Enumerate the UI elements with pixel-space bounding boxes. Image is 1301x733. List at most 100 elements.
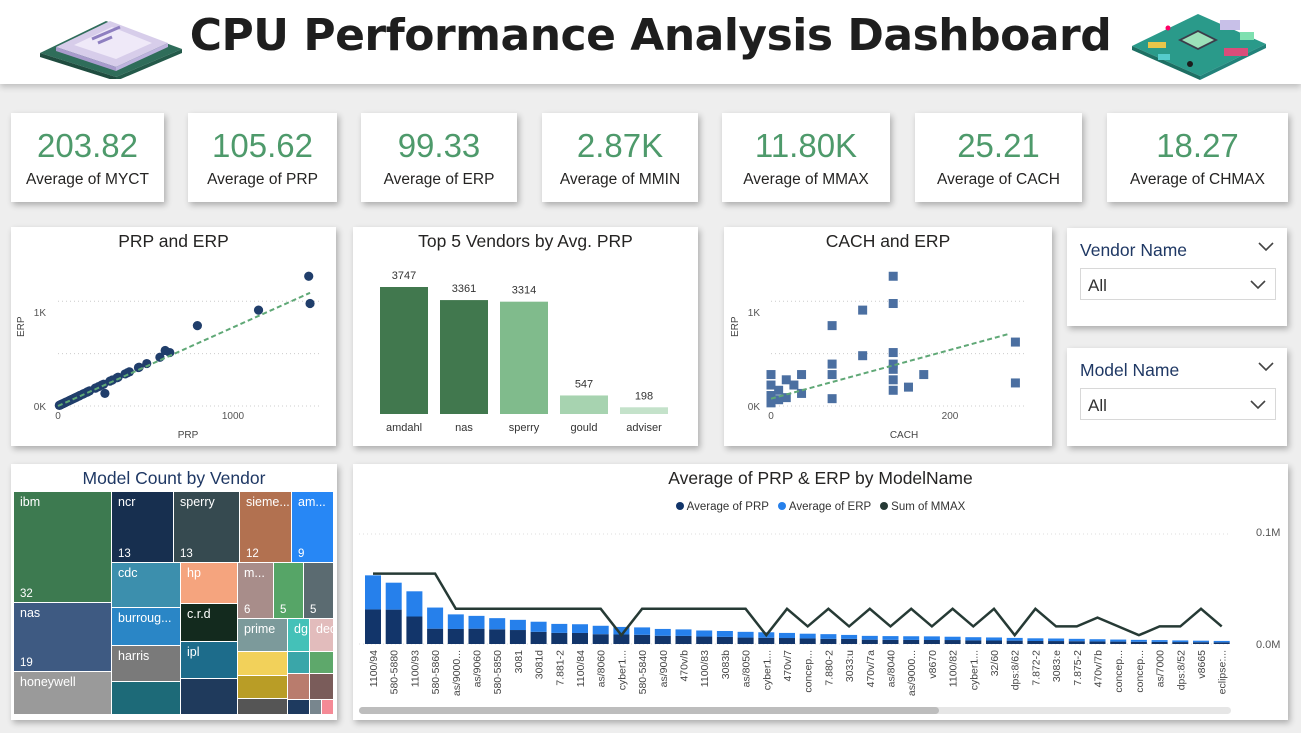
tile-count: 19 — [20, 657, 33, 669]
bar-erp — [716, 630, 733, 637]
bar — [380, 287, 428, 414]
treemap-tile[interactable]: am... 9 — [292, 492, 334, 563]
bar-prp — [530, 631, 547, 644]
treemap-tile[interactable]: 5 — [304, 563, 334, 619]
horizontal-scrollbar[interactable] — [359, 707, 1231, 714]
category-label: cyber1... — [761, 650, 773, 690]
category-label: eclipse:... — [1217, 650, 1229, 694]
data-point — [903, 382, 913, 392]
prp-erp-scatter-chart[interactable]: ERP PRP 0K 1K 0 1000 — [11, 227, 336, 446]
bar-erp — [1048, 638, 1065, 642]
treemap-tile[interactable]: prime — [238, 619, 288, 652]
slicer-title: Model Name — [1080, 360, 1180, 380]
tile-label: prime — [244, 622, 276, 636]
treemap-tile[interactable] — [310, 700, 322, 715]
category-label: 32/60 — [989, 650, 1001, 676]
y-tick-label: 1K — [34, 308, 47, 319]
treemap-tile[interactable]: dec — [310, 619, 334, 652]
kpi-card-erp: 99.33 Average of ERP — [361, 113, 517, 202]
treemap-tile[interactable]: burroug... — [112, 608, 181, 646]
category-label: 580-5850 — [492, 650, 504, 695]
data-point — [888, 299, 898, 309]
treemap-tile[interactable]: dg — [288, 619, 310, 652]
treemap-tile[interactable] — [288, 652, 310, 674]
treemap-tile[interactable] — [112, 682, 181, 715]
scrollbar-thumb[interactable] — [359, 707, 939, 714]
bar-prp — [654, 635, 671, 644]
treemap-tile[interactable] — [310, 652, 334, 674]
treemap-tile[interactable] — [288, 674, 310, 700]
y-tick-label: 0K — [34, 402, 47, 413]
treemap[interactable]: ibm 32 nas 19 honeywell ncr 13 sperry 13 sieme...… — [14, 492, 334, 715]
bar-erp — [737, 631, 754, 638]
bar-erp — [1089, 639, 1106, 642]
treemap-tile[interactable]: ibm 32 — [14, 492, 112, 603]
treemap-tile[interactable]: hp — [181, 563, 238, 604]
treemap-tile[interactable] — [238, 699, 288, 715]
category-label: v8670 — [927, 650, 939, 679]
treemap-tile[interactable]: cdc — [112, 563, 181, 608]
category-label: dps:8/52 — [1175, 650, 1187, 690]
bar-prp — [882, 639, 899, 644]
tile-label: hp — [187, 566, 201, 580]
y-tick-label: 0.0M — [1256, 639, 1280, 651]
treemap-tile[interactable] — [288, 700, 310, 715]
category-label: cyber1... — [968, 650, 980, 690]
bar-prp — [944, 640, 961, 644]
bar-erp — [861, 635, 878, 640]
x-tick-label: 200 — [942, 411, 959, 422]
kpi-label: Average of ERP — [383, 171, 495, 188]
data-point — [827, 321, 837, 331]
treemap-tile[interactable]: m... 6 — [238, 563, 274, 619]
tile-label: cdc — [118, 566, 138, 580]
treemap-tile[interactable]: 5 — [274, 563, 304, 619]
treemap-tile[interactable] — [310, 674, 334, 700]
bar-prp — [634, 634, 651, 644]
bar-erp — [406, 591, 423, 617]
data-point — [155, 352, 165, 362]
category-label: 3081 — [513, 650, 525, 674]
treemap-tile[interactable]: harris — [112, 646, 181, 682]
treemap-tile[interactable]: nas 19 — [14, 603, 112, 672]
treemap-tile[interactable]: honeywell — [14, 672, 112, 715]
tile-label: c.r.d — [187, 607, 211, 621]
bar-erp — [1172, 640, 1189, 643]
model-name-dropdown[interactable]: All — [1080, 388, 1276, 420]
category-label: concep... — [803, 650, 815, 693]
vendor-name-slicer: Vendor Name All — [1067, 228, 1287, 326]
chevron-down-icon[interactable] — [1257, 360, 1275, 372]
data-point — [827, 370, 837, 380]
treemap-tile[interactable]: sperry 13 — [174, 492, 240, 563]
kpi-value: 25.21 — [957, 127, 1040, 164]
chevron-down-icon[interactable] — [1257, 240, 1275, 252]
bar-prp — [1151, 641, 1168, 644]
tile-count: 32 — [20, 588, 33, 600]
treemap-tile[interactable] — [238, 676, 288, 699]
bar-erp — [882, 636, 899, 640]
data-label: 547 — [575, 378, 593, 390]
treemap-tile[interactable] — [322, 700, 334, 715]
kpi-value: 203.82 — [37, 127, 138, 164]
model-name-slicer: Model Name All — [1067, 348, 1287, 446]
bar-erp — [1006, 637, 1023, 641]
vendor-name-dropdown[interactable]: All — [1080, 268, 1276, 300]
bar-erp — [923, 636, 940, 641]
tile-label: am... — [298, 495, 326, 509]
kpi-card-chmax: 18.27 Average of CHMAX — [1107, 113, 1288, 202]
data-point — [888, 348, 898, 358]
data-point — [919, 370, 929, 380]
kpi-label: Average of CHMAX — [1130, 171, 1265, 188]
top-vendors-bar-chart[interactable]: 3747 amdahl 3361 nas 3314 sperry 547 gould 198 ad… — [353, 227, 698, 446]
data-point — [789, 380, 799, 390]
treemap-tile[interactable]: c.r.d — [181, 604, 238, 642]
cach-erp-scatter-chart[interactable]: ERP CACH 0K 1K 0 200 — [724, 227, 1052, 446]
bar-erp — [1068, 638, 1085, 642]
treemap-tile[interactable]: ncr 13 — [112, 492, 174, 563]
treemap-tile[interactable]: sieme... 12 — [240, 492, 292, 563]
category-label: as/8040 — [886, 650, 898, 688]
treemap-tile[interactable]: ipl — [181, 642, 238, 679]
treemap-tile[interactable] — [238, 652, 288, 676]
treemap-tile[interactable] — [181, 679, 238, 715]
prp-erp-combo-chart[interactable]: 0.1M 0.0M 1100/94 580-5880 1100/93 580-5860… — [353, 464, 1288, 720]
data-point — [858, 305, 868, 315]
